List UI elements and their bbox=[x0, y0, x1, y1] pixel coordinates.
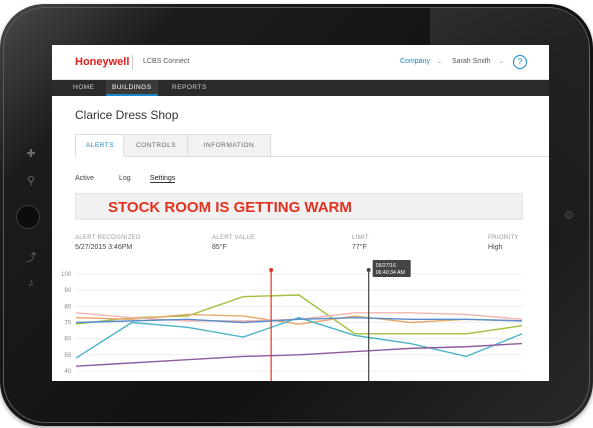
alert-value-value: 85°F bbox=[212, 244, 227, 251]
company-chevron-down-icon[interactable]: ⌄ bbox=[437, 58, 442, 65]
subtab-settings[interactable]: Settings bbox=[150, 175, 176, 183]
subtab-active[interactable]: Active bbox=[75, 175, 94, 182]
y-tick-label: 80 bbox=[64, 304, 71, 310]
main-nav: HOME BUILDINGS REPORTS bbox=[52, 80, 549, 96]
priority-value: High bbox=[488, 244, 503, 251]
alert-recognized-label: ALERT RECOGNIZED bbox=[75, 235, 141, 241]
tooltip-date: 05/27/16 bbox=[376, 263, 396, 269]
alert-marker-dot bbox=[269, 268, 274, 272]
share-icon: ⤴ bbox=[25, 252, 37, 264]
alert-recognized-value: 5/27/2015 3:46PM bbox=[75, 244, 133, 251]
limit-label: LIMIT bbox=[352, 235, 369, 241]
tab-bar: ALERTS CONTROLS INFORMATION bbox=[75, 134, 549, 157]
y-tick-label: 100 bbox=[61, 272, 72, 278]
camera bbox=[565, 211, 573, 219]
page-title: Clarice Dress Shop bbox=[75, 108, 179, 122]
puzzle-icon: ✚ bbox=[26, 148, 36, 160]
app-name: LCBS Connect bbox=[143, 58, 190, 65]
y-tick-label: 70 bbox=[64, 321, 71, 327]
bell-icon: ♪ bbox=[28, 277, 34, 289]
limit-value: 77°F bbox=[352, 244, 367, 251]
tab-alerts[interactable]: ALERTS bbox=[75, 134, 125, 157]
subtab-log[interactable]: Log bbox=[119, 175, 131, 182]
y-tick-label: 90 bbox=[64, 288, 71, 294]
y-tick-label: 50 bbox=[64, 353, 71, 359]
alert-banner: STOCK ROOM IS GETTING WARM bbox=[75, 193, 523, 220]
top-bar: Honeywell LCBS Connect Company ⌄ Sarah S… bbox=[52, 45, 549, 80]
brand-divider bbox=[132, 55, 133, 69]
tooltip-time: 06:40:34 AM bbox=[376, 270, 405, 276]
alert-value-label: ALERT VALUE bbox=[212, 235, 256, 241]
nav-home[interactable]: HOME bbox=[73, 80, 95, 96]
tab-controls[interactable]: CONTROLS bbox=[123, 134, 189, 156]
brand-logo: Honeywell bbox=[75, 56, 130, 68]
help-icon[interactable]: ? bbox=[513, 55, 527, 69]
user-menu[interactable]: Sarah Smith bbox=[452, 58, 491, 65]
y-tick-label: 60 bbox=[64, 337, 71, 343]
app-screen: Honeywell LCBS Connect Company ⌄ Sarah S… bbox=[52, 45, 549, 381]
nav-reports[interactable]: REPORTS bbox=[172, 80, 207, 96]
user-chevron-down-icon[interactable]: ⌄ bbox=[499, 58, 504, 65]
priority-label: PRIORITY bbox=[488, 235, 519, 241]
home-button[interactable] bbox=[16, 205, 40, 229]
tab-information[interactable]: INFORMATION bbox=[187, 134, 271, 156]
nav-buildings[interactable]: BUILDINGS bbox=[106, 80, 158, 96]
company-dropdown[interactable]: Company bbox=[400, 58, 430, 65]
search-icon: ⚲ bbox=[26, 175, 36, 187]
alert-message: STOCK ROOM IS GETTING WARM bbox=[108, 199, 352, 216]
cursor-marker-dot bbox=[366, 268, 371, 272]
y-tick-label: 40 bbox=[64, 369, 71, 375]
temperature-chart[interactable]: 100 90 80 70 60 50 40 05/27/1606:40:34 AM bbox=[52, 260, 549, 381]
